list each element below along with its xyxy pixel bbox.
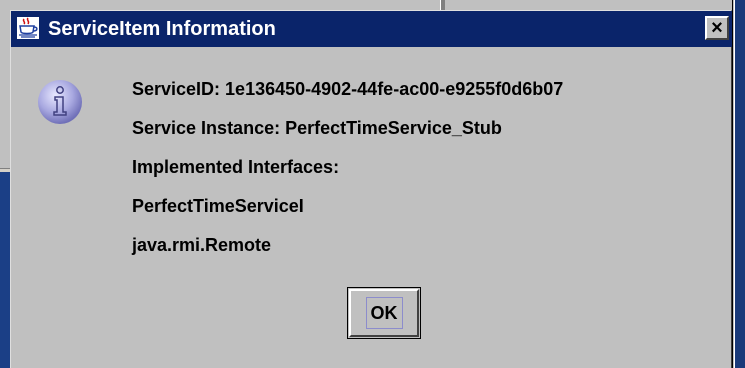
background-window-edge [732, 0, 733, 368]
close-icon: × [711, 17, 723, 39]
service-instance-text: Service Instance: PerfectTimeService_Stu… [132, 118, 502, 138]
ok-button[interactable]: OK [347, 287, 421, 339]
info-icon [38, 80, 82, 124]
java-cup-icon [17, 17, 39, 39]
implemented-interfaces-label: Implemented Interfaces: [132, 157, 340, 177]
dialog-titlebar[interactable]: ServiceItem Information × [11, 11, 732, 47]
close-button[interactable]: × [705, 16, 729, 40]
background-window-top [0, 0, 745, 10]
service-id-text: ServiceID: 1e136450-4902-44fe-ac00-e9255… [132, 79, 564, 99]
background-window-divider [440, 0, 445, 10]
interface-item: java.rmi.Remote [132, 235, 272, 255]
ok-button-face: OK [349, 289, 419, 337]
service-item-dialog: ServiceItem Information × ServiceID: 1e1… [10, 10, 732, 368]
interface-item: PerfectTimeServiceI [132, 196, 304, 216]
dialog-title: ServiceItem Information [48, 18, 276, 40]
background-window-right [735, 0, 745, 368]
message-text: ServiceID: 1e136450-4902-44fe-ac00-e9255… [132, 79, 722, 274]
ok-button-label: OK [365, 297, 403, 329]
